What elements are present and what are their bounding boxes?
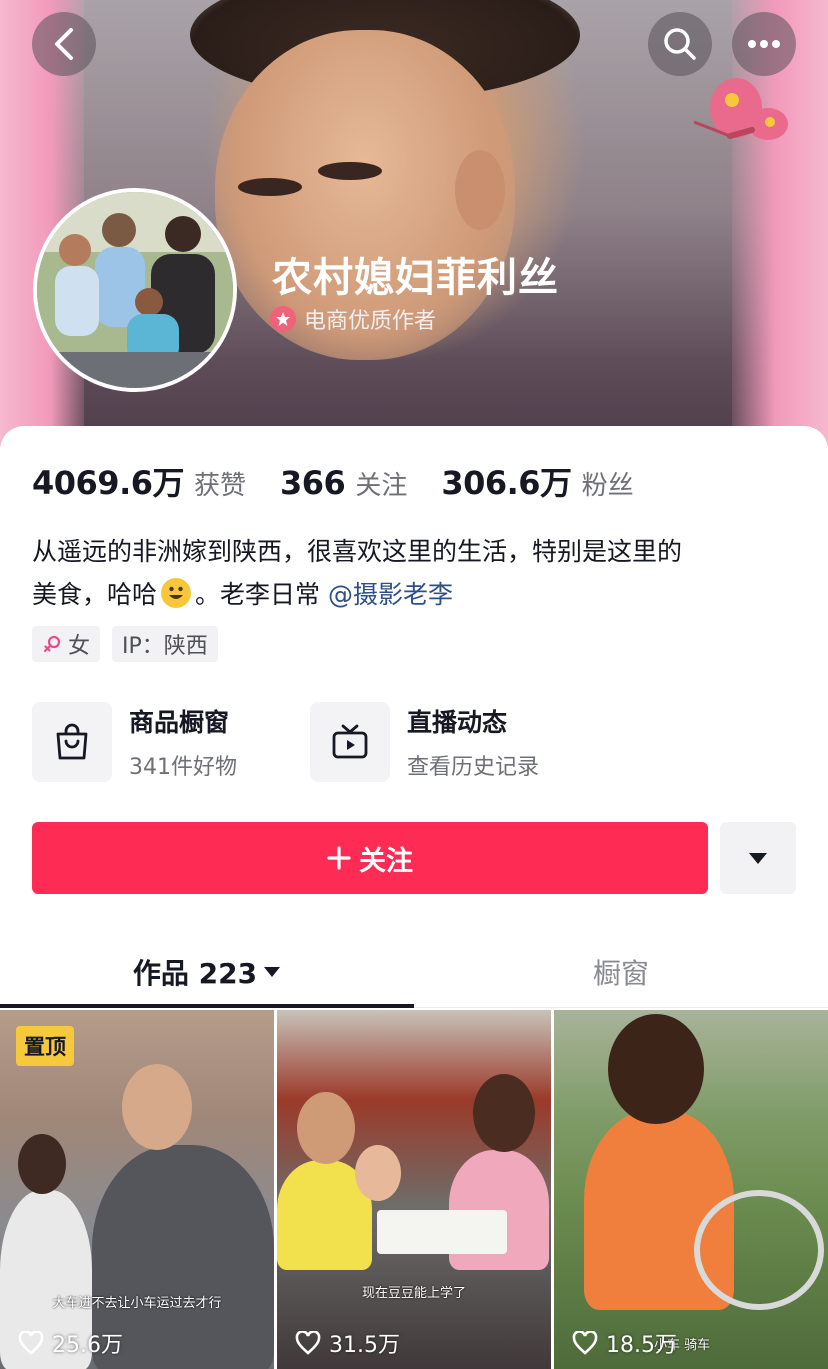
live-title: 直播动态: [407, 708, 508, 737]
more-dots-icon: [748, 40, 780, 48]
thumbnail-figure: [18, 1134, 66, 1194]
video-grid: 置顶 大车进不去让小车运过去才行 25.6万 现在豆豆能上学了 31.5万 小车…: [0, 1010, 828, 1369]
content-tabs: 作品 223 橱窗: [0, 936, 828, 1008]
gender-label: 女: [68, 634, 91, 659]
chevron-left-icon: [55, 28, 73, 60]
plus-icon: [327, 846, 351, 870]
star-icon: [270, 306, 296, 332]
stat-followers-value: 306.6万: [441, 464, 572, 502]
shop-window-title: 商品橱窗: [129, 708, 230, 737]
avatar[interactable]: [33, 188, 237, 392]
thumbnail-figure: [297, 1092, 355, 1164]
bio-line-1: 从遥远的非洲嫁到陕西，很喜欢这里的生活，特别是这里的: [32, 537, 683, 566]
stat-followers-label: 粉丝: [581, 471, 634, 501]
search-icon: [664, 28, 696, 60]
profile-nickname: 农村媳妇菲利丝: [272, 255, 559, 301]
female-icon: [43, 635, 61, 653]
shopping-bag-icon: [56, 723, 88, 760]
banner-photo-ear: [455, 150, 505, 230]
video-thumbnail[interactable]: 置顶 大车进不去让小车运过去才行 25.6万: [0, 1010, 274, 1369]
live-icon-box: [310, 702, 390, 782]
follow-button-label: 关注: [359, 845, 413, 877]
profile-bio: 从遥远的非洲嫁到陕西，很喜欢这里的生活，特别是这里的 美食，哈哈 。老李日常 @摄…: [32, 530, 802, 616]
video-likes-count: 25.6万: [52, 1333, 123, 1358]
heart-icon: [18, 1331, 44, 1355]
stat-following-label: 关注: [355, 471, 408, 501]
tab-showcase-label: 橱窗: [592, 956, 649, 990]
avatar-family-photo: [37, 192, 233, 388]
heart-icon: [572, 1331, 598, 1355]
bio-mention-link[interactable]: @摄影老李: [328, 580, 453, 609]
bio-text: 美食，哈哈: [32, 580, 158, 609]
smiley-emoji-icon: [161, 578, 192, 608]
profile-entries: 商品橱窗 341件好物 直播动态 查看历史记录: [32, 702, 588, 782]
stat-likes-label: 获赞: [194, 471, 247, 501]
video-likes: 25.6万: [18, 1327, 123, 1359]
tv-icon: [332, 724, 368, 759]
stat-likes: 4069.6万 获赞: [32, 458, 246, 504]
back-button[interactable]: [32, 12, 96, 76]
video-caption: 现在豆豆能上学了: [361, 1286, 466, 1301]
follow-row: 关注: [32, 822, 796, 894]
profile-card: 4069.6万 获赞 366 关注 306.6万 粉丝 从遥远的非洲嫁到陕西，很…: [0, 426, 828, 1369]
gender-tag: 女: [32, 626, 101, 662]
video-thumbnail[interactable]: 现在豆豆能上学了 31.5万: [277, 1010, 551, 1369]
banner-photo-eye: [318, 162, 382, 180]
video-thumbnail[interactable]: 小车 骑车 18.5万: [554, 1010, 828, 1369]
profile-stats: 4069.6万 获赞 366 关注 306.6万 粉丝: [32, 458, 668, 504]
recommend-dropdown-button[interactable]: [720, 822, 796, 894]
ip-tag: IP：陕西: [112, 626, 218, 662]
video-likes: 31.5万: [295, 1327, 400, 1359]
thumbnail-figure: [608, 1014, 704, 1124]
thumbnail-figure: [377, 1210, 507, 1254]
profile-tags: 女 IP：陕西: [32, 626, 218, 662]
thumbnail-figure: [122, 1064, 192, 1150]
video-likes: 18.5万: [572, 1327, 677, 1359]
tab-works[interactable]: 作品 223: [0, 936, 414, 1008]
live-entry[interactable]: 直播动态 查看历史记录: [310, 702, 588, 782]
pinned-badge: 置顶: [16, 1026, 74, 1066]
heart-icon: [295, 1331, 321, 1355]
video-caption: 大车进不去让小车运过去才行: [52, 1296, 222, 1311]
shop-window-subtitle: 341件好物: [129, 755, 237, 780]
more-button[interactable]: [732, 12, 796, 76]
follow-button[interactable]: 关注: [32, 822, 708, 894]
stat-followers[interactable]: 306.6万 粉丝: [441, 458, 633, 504]
banner-photo-eye: [238, 178, 302, 196]
creator-badge-label: 电商优质作者: [304, 309, 437, 334]
shop-window-entry[interactable]: 商品橱窗 341件好物: [32, 702, 310, 782]
stat-following-value: 366: [280, 464, 346, 502]
caret-down-icon: [264, 966, 281, 977]
stat-likes-value: 4069.6万: [32, 464, 185, 502]
thumbnail-figure: [473, 1074, 535, 1152]
butterfly-sticker: [693, 78, 788, 140]
caret-down-icon: [749, 853, 767, 864]
bio-line-2: 美食，哈哈 。老李日常 @摄影老李: [32, 573, 802, 616]
video-likes-count: 31.5万: [329, 1333, 400, 1358]
creator-badge[interactable]: 电商优质作者: [270, 303, 436, 335]
thumbnail-figure: [355, 1145, 401, 1201]
shop-icon-box: [32, 702, 112, 782]
tab-showcase[interactable]: 橱窗: [414, 936, 828, 1007]
search-button[interactable]: [648, 12, 712, 76]
tab-works-label: 作品 223: [132, 956, 258, 990]
bio-text: 。老李日常: [195, 580, 328, 609]
video-likes-count: 18.5万: [606, 1333, 677, 1358]
ip-label: IP：陕西: [122, 634, 208, 659]
live-subtitle: 查看历史记录: [407, 755, 540, 780]
stat-following[interactable]: 366 关注: [280, 464, 407, 502]
thumbnail-figure: [694, 1190, 824, 1310]
